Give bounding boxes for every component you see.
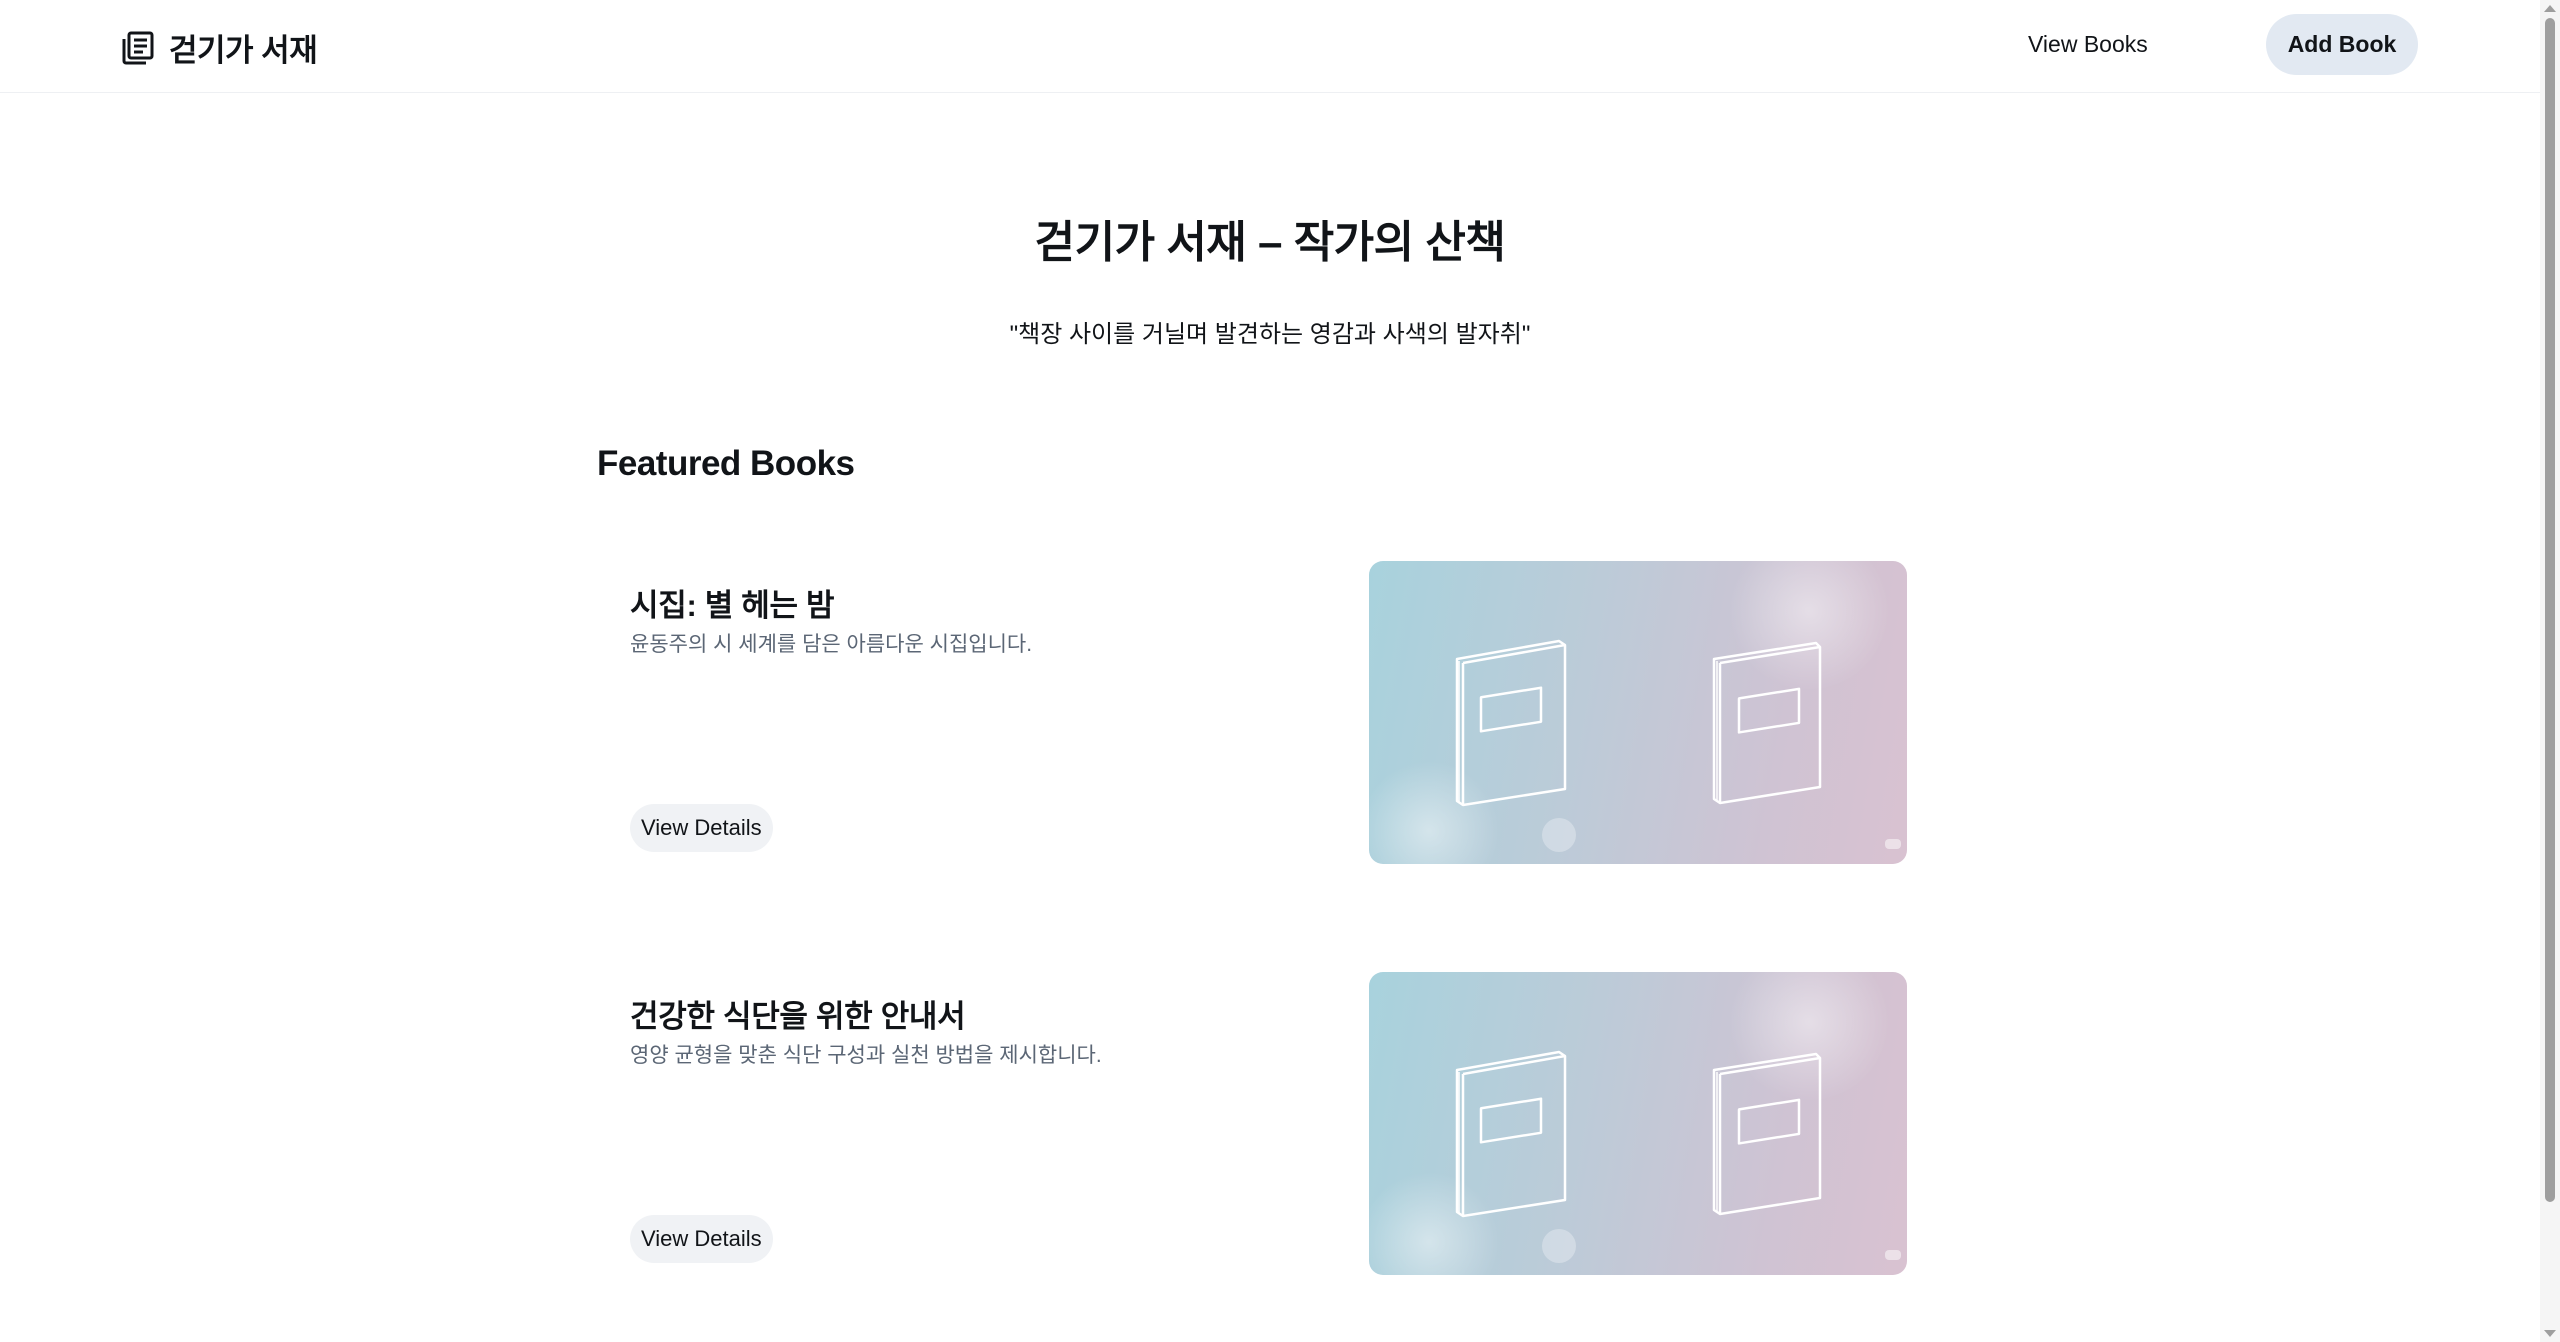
book-title: 시집: 별 헤는 밤: [630, 588, 835, 623]
page-title: 걷기가 서재 – 작가의 산책: [1034, 218, 1506, 267]
brand[interactable]: 걷기가 서재: [121, 25, 318, 70]
featured-books-heading: Featured Books: [597, 444, 855, 483]
book-description: 윤동주의 시 세계를 담은 아름다운 시집입니다.: [630, 633, 1033, 656]
vertical-scrollbar[interactable]: [2540, 0, 2560, 1342]
scroll-down-icon[interactable]: [2544, 1330, 2556, 1337]
add-book-button[interactable]: Add Book: [2266, 14, 2418, 75]
scroll-up-icon[interactable]: [2544, 5, 2556, 12]
book-card: 시집: 별 헤는 밤 윤동주의 시 세계를 담은 아름다운 시집입니다. Vie…: [597, 561, 1907, 864]
book-illustration-icon: [1369, 972, 1901, 1275]
book-cover-image[interactable]: [1369, 972, 1907, 1275]
hero-quote: "책장 사이를 거닐며 발견하는 영감과 사색의 발자취": [1009, 321, 1531, 348]
brand-name: 걷기가 서재: [169, 33, 318, 68]
scrollbar-thumb[interactable]: [2545, 18, 2555, 1202]
top-navigation-bar: 걷기가 서재 View Books Add Book: [0, 0, 2540, 93]
book-description: 영양 균형을 맞춘 식단 구성과 실천 방법을 제시합니다.: [630, 1044, 1102, 1067]
book-illustration-icon: [1369, 561, 1901, 864]
view-details-button[interactable]: View Details: [630, 1215, 773, 1263]
view-details-button[interactable]: View Details: [630, 804, 773, 852]
book-title: 건강한 식단을 위한 안내서: [630, 999, 966, 1034]
book-cover-image[interactable]: [1369, 561, 1907, 864]
view-books-link[interactable]: View Books: [2010, 22, 2166, 66]
book-card: 건강한 식단을 위한 안내서 영양 균형을 맞춘 식단 구성과 실천 방법을 제…: [597, 972, 1907, 1275]
book-library-icon: [122, 31, 154, 64]
